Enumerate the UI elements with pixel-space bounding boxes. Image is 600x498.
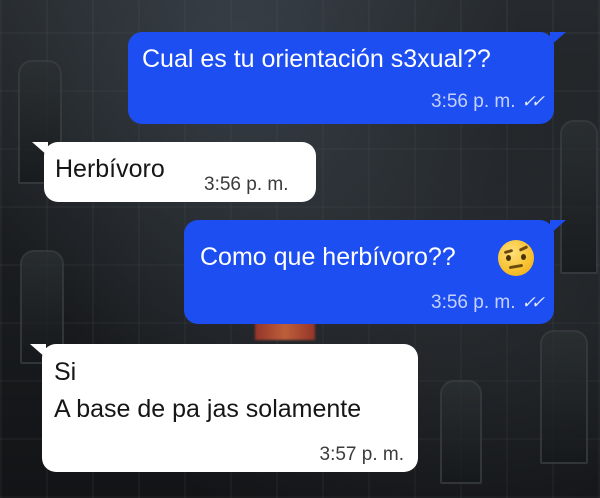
message-timestamp: 3:56 p. m. (204, 174, 289, 195)
message-timestamp: 3:56 p. m. ✓✓ (431, 91, 545, 112)
message-text-line: Si (54, 358, 77, 386)
double-check-icon: ✓✓ (521, 293, 545, 312)
message-text: Cual es tu orientación s3xual?? (142, 45, 491, 73)
double-check-icon: ✓✓ (521, 92, 545, 111)
message-bubble-incoming[interactable]: Herbívoro 3:56 p. m. (32, 142, 316, 202)
message-bubble-outgoing[interactable]: Como que herbívoro?? 3:56 p. m. ✓✓ (184, 220, 566, 324)
message-bubble-incoming[interactable]: Si A base de pa jas solamente 3:57 p. m. (30, 344, 418, 472)
message-timestamp: 3:56 p. m. ✓✓ (431, 292, 545, 313)
message-text: Herbívoro (55, 155, 165, 183)
message-text-line: A base de pa jas solamente (54, 395, 362, 423)
message-timestamp: 3:57 p. m. (319, 444, 405, 465)
raised-eyebrow-emoji-icon (498, 240, 534, 276)
message-bubble-outgoing[interactable]: Cual es tu orientación s3xual?? 3:56 p. … (128, 32, 566, 124)
message-text: Como que herbívoro?? (200, 243, 456, 271)
